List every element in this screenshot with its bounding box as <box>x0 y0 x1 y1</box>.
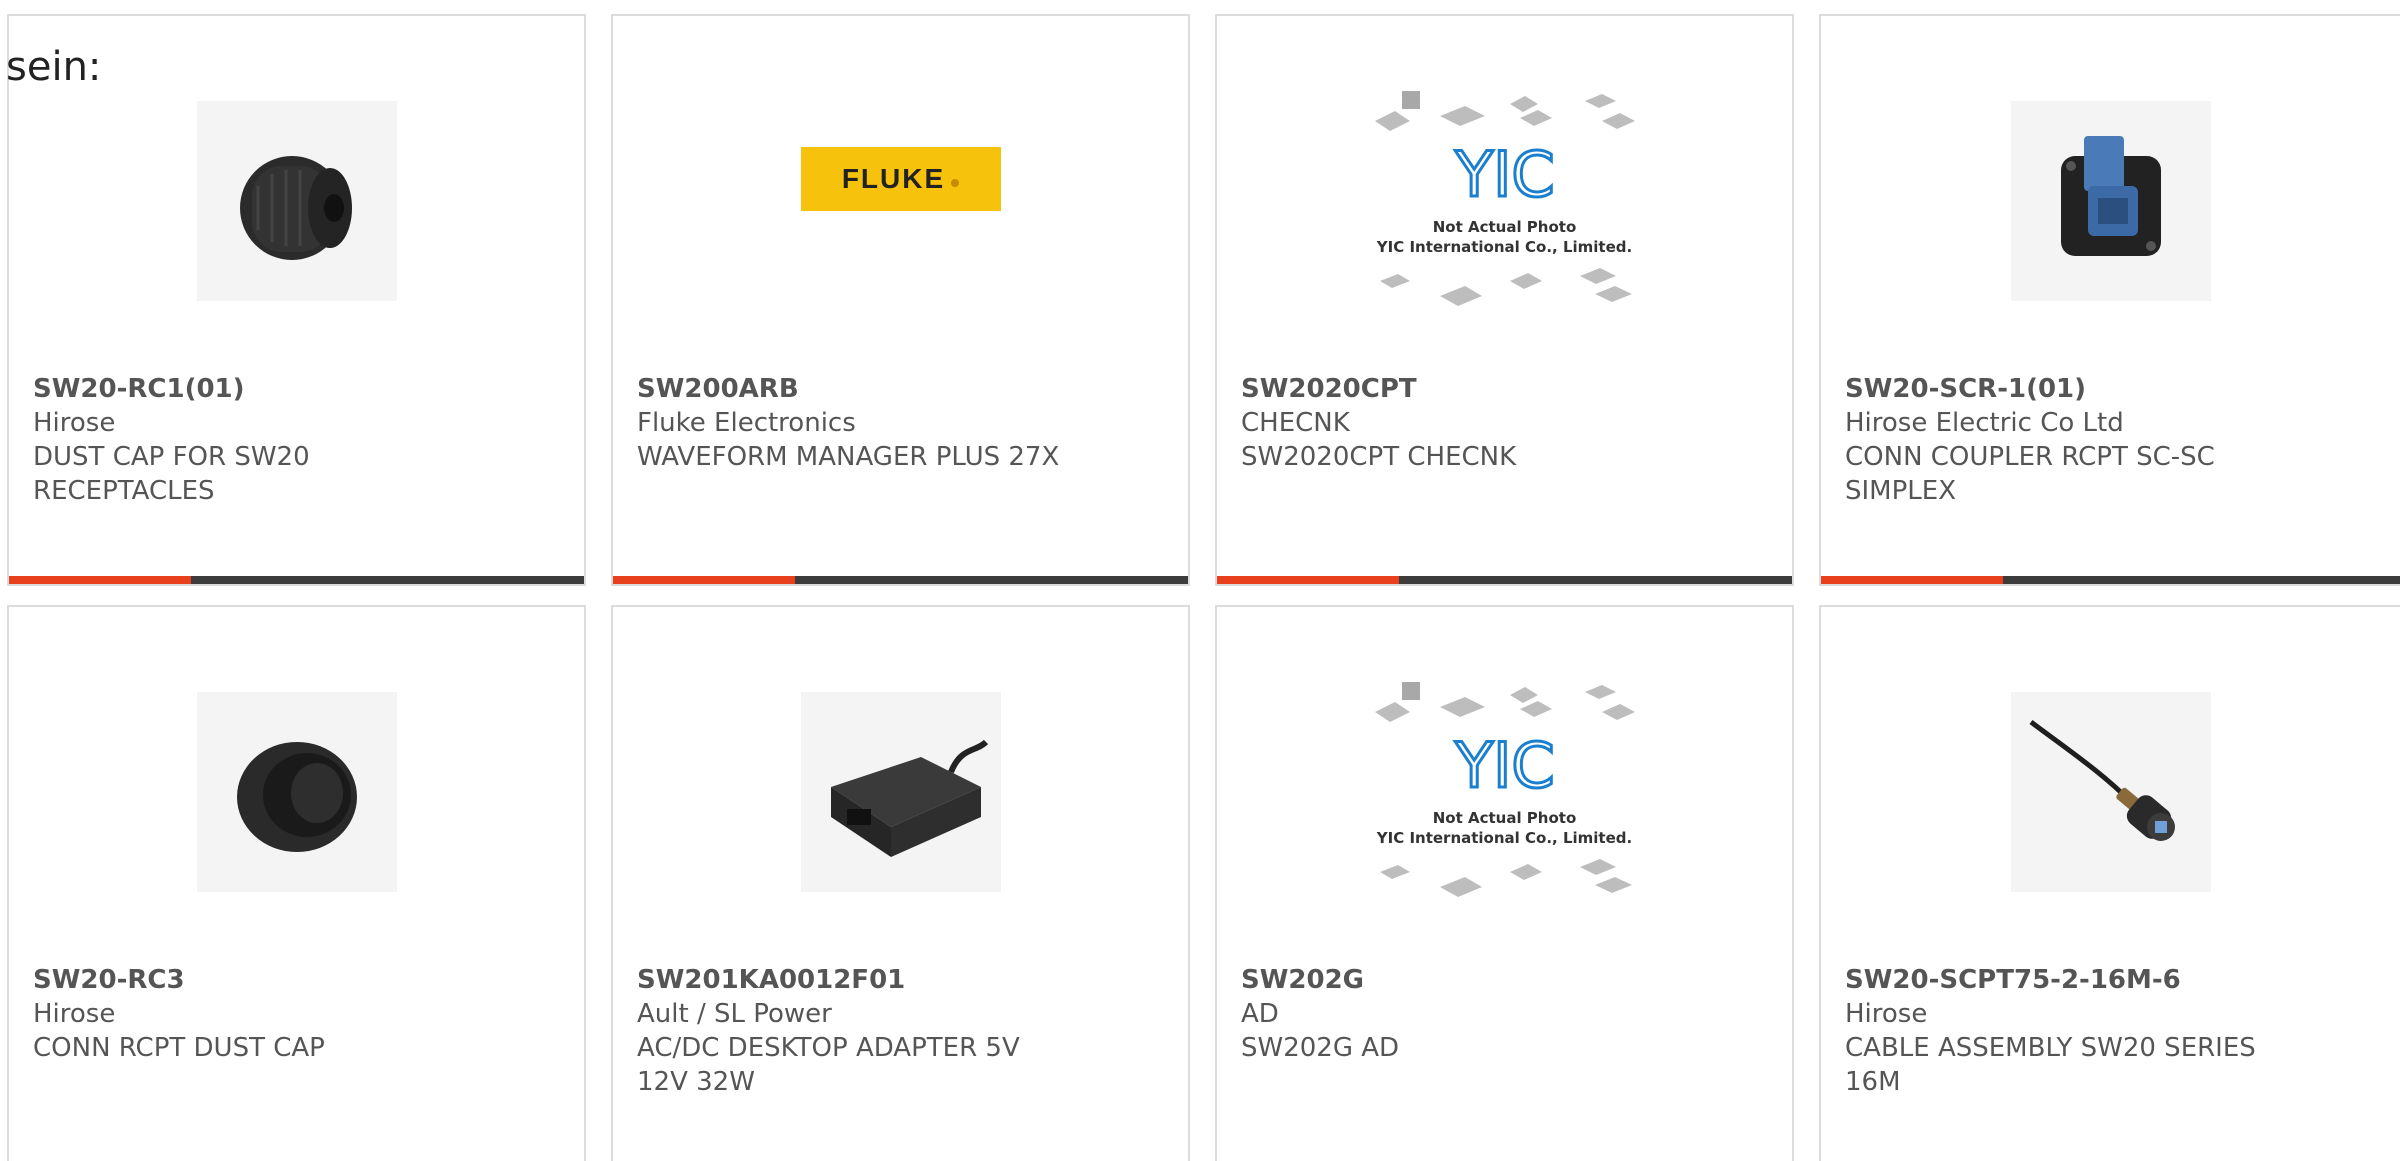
product-image[interactable] <box>1821 677 2400 907</box>
part-number-link[interactable]: SW200ARB <box>637 372 1168 406</box>
description: 16M <box>1845 1067 1901 1097</box>
svg-text:YIC: YIC <box>1454 138 1554 211</box>
product-card[interactable]: SW20-RC1(01) Hirose DUST CAP FOR SW20 RE… <box>7 14 586 586</box>
part-number-link[interactable]: SW20-RC3 <box>33 963 564 997</box>
cable-assembly-icon <box>2010 692 2211 892</box>
product-card[interactable]: SW20-SCPT75-2-16M-6 Hirose CABLE ASSEMBL… <box>1819 605 2400 1161</box>
product-card[interactable]: SW20-SCR-1(01) Hirose Electric Co Ltd CO… <box>1819 14 2400 586</box>
intro-text: sein: <box>6 44 102 90</box>
product-image[interactable]: YIC Not Actual Photo YIC International C… <box>1217 677 1792 907</box>
product-image[interactable]: FLUKE <box>613 86 1188 316</box>
part-number-link[interactable]: SW20-RC1(01) <box>33 372 564 406</box>
placeholder-line-2: YIC International Co., Limited. <box>1376 238 1633 256</box>
part-number-link[interactable]: SW20-SCR-1(01) <box>1845 372 2380 406</box>
chip-icons: YIC <box>1374 91 1635 306</box>
description: WAVEFORM MANAGER PLUS 27X <box>637 442 1060 472</box>
description: SIMPLEX <box>1845 476 1957 506</box>
card-accent <box>1217 576 1399 584</box>
chip-icons: YIC <box>1374 682 1635 897</box>
manufacturer: Hirose <box>33 408 116 438</box>
card-accent <box>1821 576 2003 584</box>
svg-text:YIC: YIC <box>1454 729 1554 802</box>
yic-placeholder-image: YIC Not Actual Photo YIC International C… <box>1370 86 1640 316</box>
description: CABLE ASSEMBLY SW20 SERIES <box>1845 1033 2256 1063</box>
manufacturer: Hirose <box>33 999 116 1029</box>
placeholder-line-1: Not Actual Photo <box>1432 809 1577 827</box>
description: CONN COUPLER RCPT SC-SC <box>1845 442 2215 472</box>
product-card[interactable]: YIC Not Actual Photo YIC International C… <box>1215 14 1794 586</box>
fluke-logo-text: FLUKE <box>841 162 946 194</box>
product-card[interactable]: SW201KA0012F01 Ault / SL Power AC/DC DES… <box>611 605 1190 1161</box>
description: SW202G AD <box>1241 1033 1400 1063</box>
product-image[interactable] <box>9 86 584 316</box>
part-number-link[interactable]: SW202G <box>1241 963 1772 997</box>
product-image[interactable] <box>1821 86 2400 316</box>
product-image[interactable] <box>613 677 1188 907</box>
card-accent <box>9 576 191 584</box>
manufacturer: AD <box>1241 999 1279 1029</box>
card-bottom-bar <box>9 576 584 584</box>
description: AC/DC DESKTOP ADAPTER 5V <box>637 1033 1020 1063</box>
card-bottom-bar <box>613 576 1188 584</box>
product-grid: SW20-RC1(01) Hirose DUST CAP FOR SW20 RE… <box>0 0 2400 1161</box>
part-number-link[interactable]: SW20-SCPT75-2-16M-6 <box>1845 963 2380 997</box>
description: CONN RCPT DUST CAP <box>33 1033 325 1063</box>
description: RECEPTACLES <box>33 476 215 506</box>
card-bottom-bar <box>1821 576 2400 584</box>
manufacturer: Hirose <box>1845 999 1928 1029</box>
yic-placeholder-image: YIC Not Actual Photo YIC International C… <box>1370 677 1640 907</box>
registered-mark-icon <box>951 178 960 187</box>
manufacturer: CHECNK <box>1241 408 1350 438</box>
manufacturer: Fluke Electronics <box>637 408 856 438</box>
product-card[interactable]: FLUKE SW200ARB Fluke Electronics WAVEFOR… <box>611 14 1190 586</box>
product-image[interactable]: YIC Not Actual Photo YIC International C… <box>1217 86 1792 316</box>
placeholder-line-2: YIC International Co., Limited. <box>1376 829 1633 847</box>
description: 12V 32W <box>637 1067 755 1097</box>
product-card[interactable]: YIC Not Actual Photo YIC International C… <box>1215 605 1794 1161</box>
placeholder-line-1: Not Actual Photo <box>1432 218 1577 236</box>
coupler-icon <box>2010 101 2211 301</box>
card-accent <box>613 576 795 584</box>
fluke-logo-icon: FLUKE <box>800 146 1001 211</box>
card-bottom-bar <box>1217 576 1792 584</box>
manufacturer: Hirose Electric Co Ltd <box>1845 408 2124 438</box>
part-number-link[interactable]: SW2020CPT <box>1241 372 1772 406</box>
product-card[interactable]: SW20-RC3 Hirose CONN RCPT DUST CAP <box>7 605 586 1161</box>
manufacturer: Ault / SL Power <box>637 999 832 1029</box>
product-image[interactable] <box>9 677 584 907</box>
rcpt-dust-cap-icon <box>196 692 397 892</box>
dust-cap-icon <box>196 101 397 301</box>
description: SW2020CPT CHECNK <box>1241 442 1517 472</box>
power-adapter-icon <box>800 692 1001 892</box>
part-number-link[interactable]: SW201KA0012F01 <box>637 963 1168 997</box>
description: DUST CAP FOR SW20 <box>33 442 310 472</box>
